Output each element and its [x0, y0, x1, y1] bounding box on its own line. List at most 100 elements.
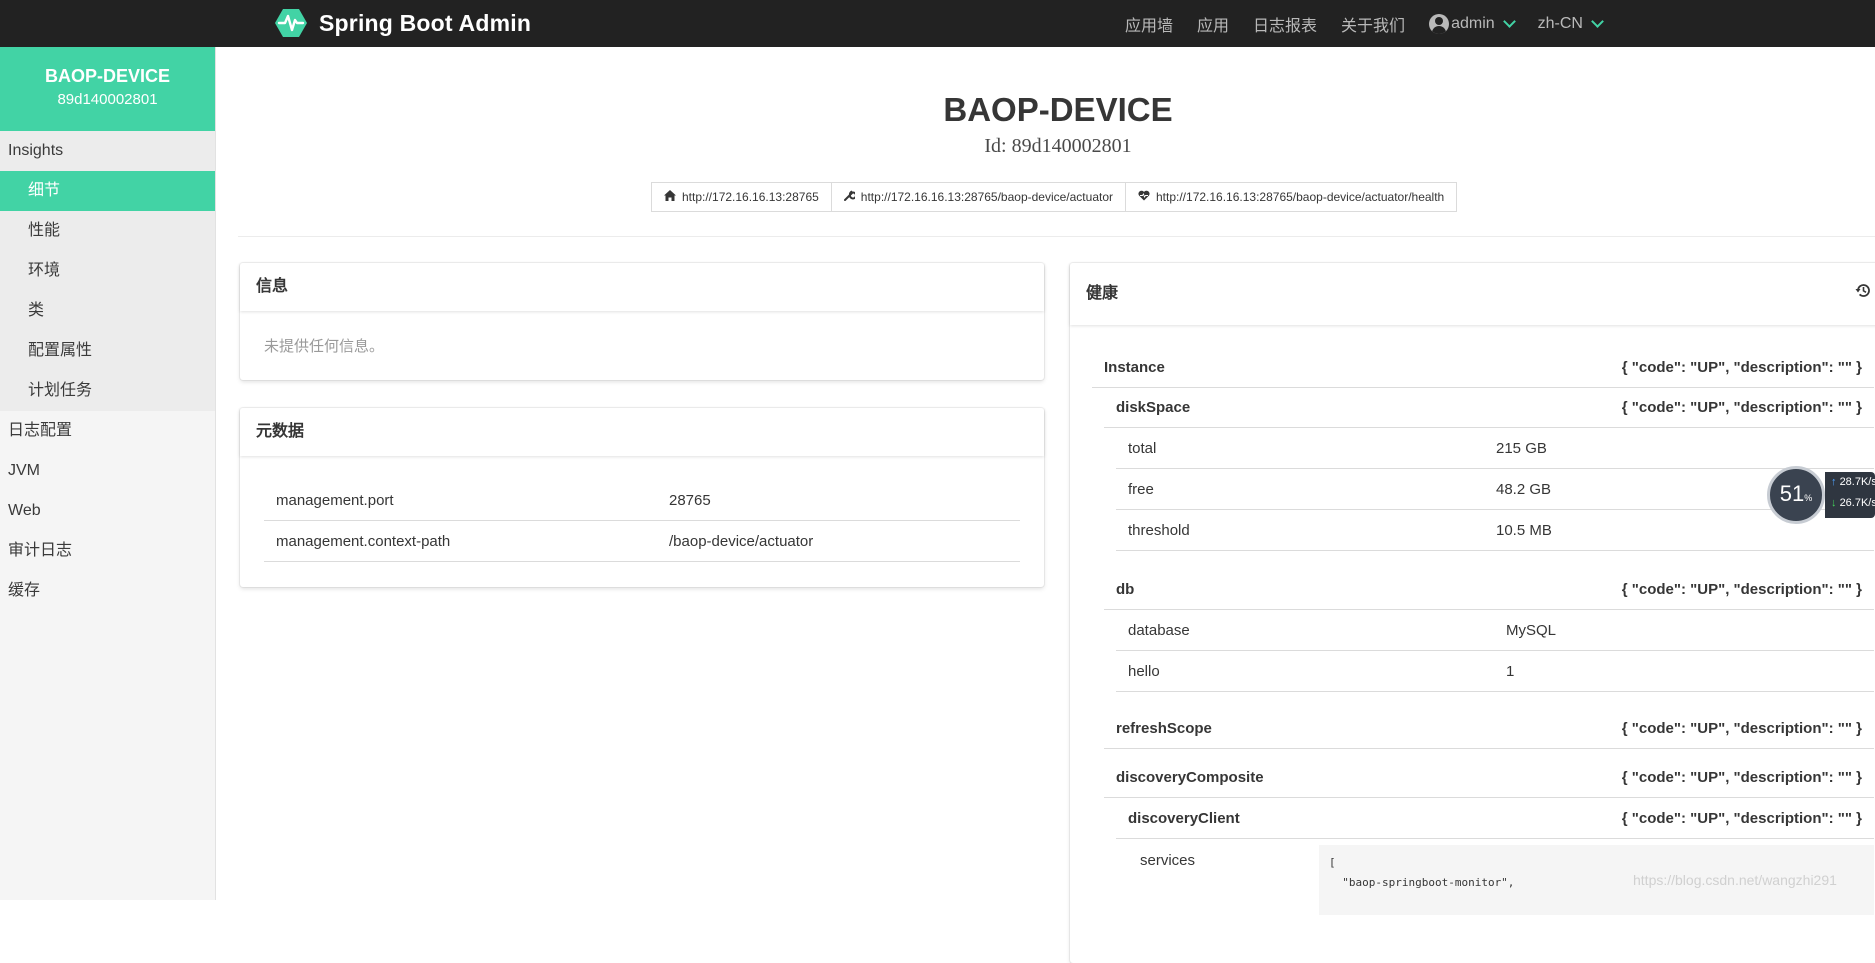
upload-arrow-icon: ↑ — [1831, 476, 1837, 488]
health-services-key: services — [1140, 851, 1196, 869]
service-url-link[interactable]: http://172.16.16.13:28765 — [651, 182, 832, 212]
health-discoverycomposite-name: discoveryComposite — [1116, 769, 1264, 786]
sidebar-item-environment[interactable]: 环境 — [0, 251, 215, 291]
health-instance-status: { "code": "UP", "description": "" } — [1621, 359, 1862, 376]
health-url-link[interactable]: http://172.16.16.13:28765/baop-device/ac… — [1125, 182, 1458, 212]
health-detail-value: 215 GB — [1496, 440, 1547, 457]
top-navbar: Spring Boot Admin 应用墙 应用 日志报表 关于我们 admin… — [0, 0, 1875, 47]
health-title-text: 健康 — [1086, 285, 1119, 302]
metadata-value: /baop-device/actuator — [669, 532, 814, 550]
home-icon — [664, 190, 676, 204]
language-label: zh-CN — [1537, 14, 1583, 32]
table-row: threshold 10.5 MB — [1116, 511, 1874, 551]
sidebar: BAOP-DEVICE 89d140002801 Insights 细节 性能 … — [0, 47, 216, 900]
health-db-name: db — [1116, 581, 1135, 598]
health-refreshscope-row: refreshScope { "code": "UP", "descriptio… — [1104, 709, 1874, 749]
top-nav: 应用墙 应用 日志报表 关于我们 admin zh-CN — [1125, 0, 1626, 47]
table-row: free 48.2 GB — [1116, 470, 1874, 510]
health-discoveryclient-status: { "code": "UP", "description": "" } — [1621, 810, 1862, 827]
management-url-link[interactable]: http://172.16.16.13:28765/baop-device/ac… — [830, 182, 1126, 212]
header-divider — [238, 236, 1875, 237]
table-row: total 215 GB — [1116, 429, 1874, 469]
health-detail-value: MySQL — [1506, 622, 1557, 639]
download-speed: 26.7K/s — [1839, 497, 1875, 509]
nav-applications[interactable]: 应用 — [1197, 12, 1229, 36]
nav-log-reports[interactable]: 日志报表 — [1253, 12, 1317, 36]
sidebar-item-metrics[interactable]: 性能 — [0, 211, 215, 251]
sidebar-item-web[interactable]: Web — [0, 491, 215, 531]
history-icon[interactable] — [1855, 263, 1872, 325]
sidebar-item-audit-log[interactable]: 审计日志 — [0, 531, 215, 571]
sidebar-other-group: 日志配置 JVM Web 审计日志 缓存 — [0, 411, 215, 611]
metadata-key: management.context-path — [276, 532, 451, 550]
health-card: 健康 Instance { "code": "UP", "description… — [1070, 263, 1875, 963]
language-menu[interactable]: zh-CN — [1537, 14, 1604, 33]
gauge-unit: % — [1804, 493, 1813, 503]
metadata-table: management.port 28765 management.context… — [264, 480, 1020, 562]
health-detail-key: total — [1128, 440, 1157, 457]
sidebar-app-name: BAOP-DEVICE — [44, 66, 170, 86]
health-instance-row: Instance { "code": "UP", "description": … — [1092, 348, 1874, 388]
info-empty-text: 未提供任何信息。 — [264, 338, 385, 355]
health-db-row: db { "code": "UP", "description": "" } — [1104, 570, 1874, 610]
info-card-title: 信息 — [240, 263, 1044, 311]
health-discoveryclient-name: discoveryClient — [1128, 810, 1240, 827]
sidebar-item-beans[interactable]: 类 — [0, 291, 215, 331]
user-name: admin — [1451, 14, 1495, 32]
user-menu[interactable]: admin — [1429, 13, 1516, 34]
health-services-row: services — [1128, 840, 1328, 880]
nav-wallboard[interactable]: 应用墙 — [1125, 12, 1173, 36]
instance-links: http://172.16.16.13:28765 http://172.16.… — [651, 182, 1458, 212]
sidebar-item-jvm[interactable]: JVM — [0, 451, 215, 491]
gauge-value: 51 — [1779, 481, 1805, 506]
spring-boot-admin-logo-icon — [275, 9, 307, 37]
health-discoveryclient-row: discoveryClient { "code": "UP", "descrip… — [1116, 799, 1874, 839]
health-discoverycomposite-status: { "code": "UP", "description": "" } — [1621, 769, 1862, 786]
sidebar-item-scheduled-tasks[interactable]: 计划任务 — [0, 371, 215, 411]
metadata-card-title: 元数据 — [240, 408, 1044, 456]
wrench-icon — [843, 190, 857, 204]
sidebar-app-header: BAOP-DEVICE 89d140002801 — [0, 47, 215, 131]
main-content: BAOP-DEVICE Id: 89d140002801 http://172.… — [216, 47, 1875, 963]
health-detail-key: threshold — [1128, 522, 1190, 539]
health-detail-key: hello — [1128, 663, 1160, 680]
network-speed-widget: ↑ 28.7K/s ↓ 26.7K/s — [1825, 472, 1875, 518]
sidebar-item-loggers[interactable]: 日志配置 — [0, 411, 215, 451]
chevron-down-icon — [1502, 14, 1516, 28]
sidebar-insights-group: Insights 细节 性能 环境 类 配置属性 计划任务 — [0, 131, 215, 411]
service-url-text: http://172.16.16.13:28765 — [682, 190, 819, 204]
health-detail-value: 48.2 GB — [1496, 481, 1552, 498]
health-discoverycomposite-row: discoveryComposite { "code": "UP", "desc… — [1104, 758, 1874, 798]
metadata-value: 28765 — [669, 491, 711, 509]
page-title: BAOP-DEVICE — [943, 91, 1173, 128]
user-icon — [1429, 13, 1450, 34]
sidebar-item-caches[interactable]: 缓存 — [0, 571, 215, 611]
health-detail-value: 1 — [1506, 663, 1515, 680]
chevron-down-icon — [1591, 14, 1604, 28]
metadata-key: management.port — [276, 491, 394, 509]
brand[interactable]: Spring Boot Admin — [275, 6, 531, 40]
health-diskspace-name: diskSpace — [1116, 399, 1191, 416]
download-arrow-icon: ↓ — [1831, 497, 1837, 509]
instance-id: Id: 89d140002801 — [984, 135, 1132, 157]
brand-title: Spring Boot Admin — [319, 9, 532, 36]
health-url-text: http://172.16.16.13:28765/baop-device/ac… — [1156, 190, 1445, 204]
table-row: management.context-path /baop-device/act… — [264, 521, 1020, 562]
management-url-text: http://172.16.16.13:28765/baop-device/ac… — [860, 190, 1113, 204]
health-diskspace-status: { "code": "UP", "description": "" } — [1621, 399, 1862, 416]
health-detail-key: free — [1128, 481, 1154, 498]
sidebar-item-insights[interactable]: Insights — [0, 131, 215, 171]
watermark: https://blog.csdn.net/wangzhi291 — [1633, 872, 1837, 888]
health-diskspace-row: diskSpace { "code": "UP", "description":… — [1104, 388, 1874, 428]
metadata-card: 元数据 management.port 28765 management.con… — [240, 408, 1044, 587]
health-refreshscope-name: refreshScope — [1116, 720, 1212, 737]
health-refreshscope-status: { "code": "UP", "description": "" } — [1621, 720, 1862, 737]
health-detail-value: 10.5 MB — [1496, 522, 1552, 539]
health-instance-name: Instance — [1104, 359, 1165, 376]
sidebar-item-details[interactable]: 细节 — [0, 171, 215, 211]
cpu-usage-gauge[interactable]: 51% — [1767, 466, 1825, 524]
nav-about[interactable]: 关于我们 — [1341, 12, 1405, 36]
table-row: hello 1 — [1116, 652, 1874, 692]
health-db-status: { "code": "UP", "description": "" } — [1621, 581, 1862, 598]
sidebar-item-config-props[interactable]: 配置属性 — [0, 331, 215, 371]
